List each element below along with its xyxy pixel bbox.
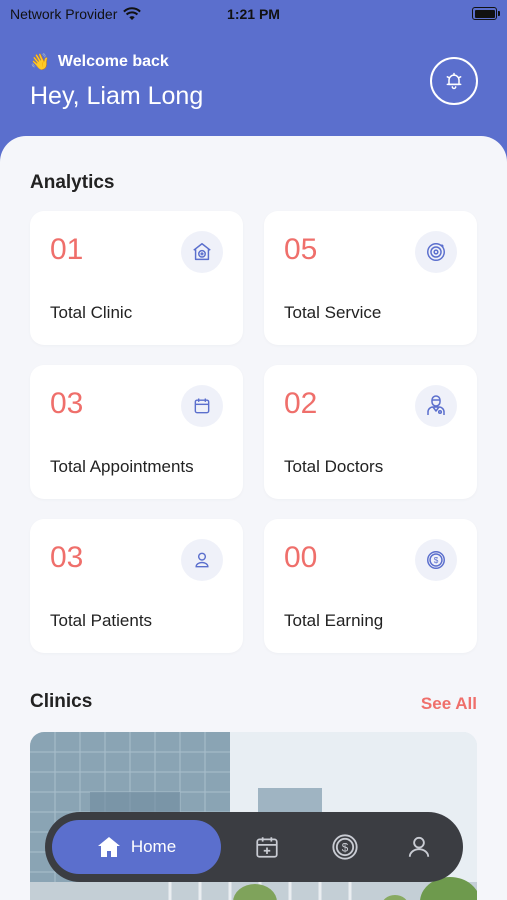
svg-text:$: $	[342, 842, 349, 855]
clinic-icon	[181, 231, 223, 273]
service-icon	[415, 231, 457, 273]
stat-card-total-service[interactable]: 05 Total Service	[264, 211, 477, 345]
stat-card-total-appointments[interactable]: 03 Total Appointments	[30, 365, 243, 499]
see-all-link[interactable]: See All	[421, 694, 477, 714]
welcome-row: 👋 Welcome back	[30, 52, 169, 72]
tab-home-label: Home	[130, 837, 177, 856]
clock: 1:21 PM	[227, 6, 280, 22]
stat-card-total-earning[interactable]: 00 Total Earning $	[264, 519, 477, 653]
dollar-coin-icon: $	[332, 834, 358, 860]
profile-icon	[408, 836, 430, 857]
stat-card-total-doctors[interactable]: 02 Total Doctors	[264, 365, 477, 499]
waving-hand-icon: 👋	[30, 54, 50, 71]
tab-appointments[interactable]	[252, 832, 282, 862]
stat-label: Total Doctors	[284, 457, 384, 476]
notification-button[interactable]	[430, 57, 478, 105]
stat-label: Total Earning	[284, 611, 384, 630]
stat-value: 03	[50, 541, 84, 574]
stat-label: Total Service	[284, 303, 382, 322]
greeting-text: Hey, Liam Long	[30, 82, 204, 110]
tab-profile[interactable]	[404, 832, 434, 862]
svg-text:$: $	[434, 556, 439, 565]
battery-icon	[472, 7, 500, 20]
dollar-coin-icon: $	[415, 539, 457, 581]
bell-icon	[446, 72, 462, 90]
calendar-icon	[181, 385, 223, 427]
analytics-title: Analytics	[30, 172, 115, 193]
tab-home[interactable]: Home	[52, 820, 221, 874]
stat-value: 00	[284, 541, 318, 574]
stat-value: 02	[284, 387, 318, 420]
tab-earnings[interactable]: $	[330, 832, 360, 862]
stat-label: Total Patients	[50, 611, 153, 630]
user-icon	[181, 539, 223, 581]
calendar-plus-icon	[256, 837, 278, 858]
stat-card-total-patients[interactable]: 03 Total Patients	[30, 519, 243, 653]
stat-card-total-clinic[interactable]: 01 Total Clinic	[30, 211, 243, 345]
header: 👋 Welcome back Hey, Liam Long	[0, 28, 507, 148]
home-icon	[97, 837, 120, 857]
doctor-icon	[415, 385, 457, 427]
bottom-tab-bar: Home $	[45, 812, 463, 882]
stat-value: 03	[50, 387, 84, 420]
stat-label: Total Clinic	[50, 303, 133, 322]
content-sheet: Analytics 01 Total Clinic 05 Total Servi…	[0, 136, 507, 900]
stat-value: 05	[284, 233, 318, 266]
stat-value: 01	[50, 233, 84, 266]
stat-label: Total Appointments	[50, 457, 194, 476]
clinics-title: Clinics	[30, 691, 93, 712]
welcome-text: Welcome back	[57, 53, 169, 70]
status-bar: Network Provider 1:21 PM	[0, 0, 507, 28]
